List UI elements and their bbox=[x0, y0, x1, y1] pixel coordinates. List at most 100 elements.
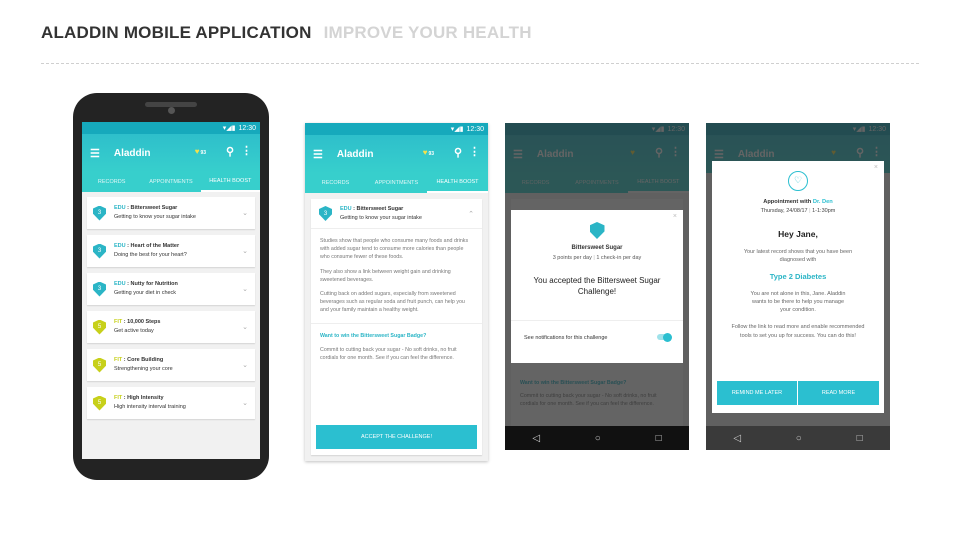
challenge-card[interactable]: 5 FIT : Core Building Strengthening your … bbox=[87, 349, 255, 381]
back-icon[interactable]: ◁ bbox=[532, 433, 540, 444]
card-title: Nutty for Nutrition bbox=[130, 281, 178, 288]
edu-shield-icon: 3 bbox=[93, 281, 106, 297]
fit-shield-icon: 5 bbox=[93, 357, 106, 373]
search-icon[interactable]: ⚲ bbox=[226, 145, 234, 158]
tab-bar: RECORDS APPOINTMENTS HEALTH BOOST bbox=[305, 173, 488, 193]
page-title: ALADDIN MOBILE APPLICATION bbox=[41, 23, 312, 42]
fit-shield-icon: 5 bbox=[93, 319, 106, 335]
card-title: 10,000 Steps bbox=[127, 319, 161, 326]
back-icon[interactable]: ◁ bbox=[733, 433, 741, 444]
card-text: FIT : High Intensity High intensity inter… bbox=[114, 395, 186, 410]
record-text: Your latest record shows that you have b… bbox=[743, 249, 853, 264]
tab-bar: RECORDS APPOINTMENTS HEALTH BOOST bbox=[82, 172, 260, 192]
card-category: FIT bbox=[114, 395, 123, 402]
recents-icon[interactable]: □ bbox=[857, 433, 863, 444]
tab-health-boost[interactable]: HEALTH BOOST bbox=[200, 172, 260, 192]
read-more-button[interactable]: READ MORE bbox=[798, 381, 879, 405]
appointment-with: Appointment with Dr. Den bbox=[712, 199, 884, 205]
accepted-dialog: × Bittersweet Sugar 3 points per day | 1… bbox=[511, 210, 683, 363]
detail-container: 3 EDU : Bittersweet Sugar Getting to know… bbox=[305, 193, 488, 461]
remind-later-button[interactable]: REMIND ME LATER bbox=[717, 381, 797, 405]
card-subtitle: Get active today bbox=[114, 328, 154, 334]
card-text: FIT : Core Building Strengthening your co… bbox=[114, 357, 173, 372]
challenge-card[interactable]: 5 FIT : High Intensity High intensity int… bbox=[87, 387, 255, 419]
app-title: Aladdin bbox=[113, 147, 151, 159]
more-icon[interactable]: ⋮ bbox=[469, 145, 480, 158]
chevron-down-icon[interactable]: ⌄ bbox=[242, 399, 248, 407]
detail-paragraph: Studies show that people who consume man… bbox=[320, 238, 469, 261]
checkin-per-day: 1 check-in per day bbox=[596, 255, 642, 261]
dialog-meta: 3 points per day | 1 check-in per day bbox=[552, 255, 642, 261]
edu-shield-icon: 3 bbox=[93, 243, 106, 259]
app-title: Aladdin bbox=[336, 148, 374, 160]
points-badge[interactable]: ♥93 bbox=[195, 147, 206, 156]
tab-health-boost[interactable]: HEALTH BOOST bbox=[427, 173, 488, 193]
card-text: EDU : Bittersweet Sugar Getting to know y… bbox=[114, 205, 196, 220]
search-icon[interactable]: ⚲ bbox=[454, 146, 462, 159]
points-badge[interactable]: ♥93 bbox=[423, 148, 434, 157]
card-category: EDU bbox=[114, 243, 126, 250]
detail-body: Studies show that people who consume man… bbox=[311, 229, 482, 323]
card-title: High Intensity bbox=[127, 395, 164, 402]
close-icon[interactable]: × bbox=[874, 164, 878, 171]
tab-appointments[interactable]: APPOINTMENTS bbox=[366, 173, 427, 193]
challenge-card[interactable]: 3 EDU : Heart of the Matter Doing the bes… bbox=[87, 235, 255, 267]
fit-shield-icon: 5 bbox=[93, 395, 106, 411]
phone-frame: ▾◢▮ 12:30 ☰ Aladdin ♥93 ⚲ ⋮ RECORDS APPOI… bbox=[73, 93, 269, 480]
detail-paragraph: They also show a link between weight gai… bbox=[320, 268, 451, 283]
accept-challenge-button[interactable]: ACCEPT THE CHALLENGE! bbox=[316, 425, 477, 449]
app-bar: ☰ Aladdin ♥93 ⚲ ⋮ bbox=[305, 135, 488, 173]
menu-icon[interactable]: ☰ bbox=[313, 148, 323, 161]
chevron-down-icon[interactable]: ⌄ bbox=[242, 285, 248, 293]
screen-health-boost-list: ▾◢▮ 12:30 ☰ Aladdin ♥93 ⚲ ⋮ RECORDS APPOI… bbox=[82, 122, 260, 459]
detail-header[interactable]: 3 EDU : Bittersweet Sugar Getting to know… bbox=[311, 199, 482, 229]
accepted-message: You accepted the Bittersweet Sugar Chall… bbox=[533, 276, 661, 297]
home-icon[interactable]: ○ bbox=[796, 433, 802, 444]
close-icon[interactable]: × bbox=[673, 213, 677, 220]
followup-text: Follow the link to read more and enable … bbox=[731, 324, 865, 339]
chevron-down-icon[interactable]: ⌄ bbox=[242, 361, 248, 369]
recents-icon[interactable]: □ bbox=[656, 433, 662, 444]
card-category: FIT bbox=[114, 319, 123, 326]
card-subtitle: Getting your diet in check bbox=[114, 290, 177, 296]
appointment-dialog: × ♡ Appointment with Dr. Den Thursday, 2… bbox=[712, 161, 884, 413]
card-title: Bittersweet Sugar bbox=[130, 205, 178, 212]
points-count: 93 bbox=[428, 151, 434, 157]
app-bar: ☰ Aladdin ♥93 ⚲ ⋮ bbox=[82, 134, 260, 172]
tab-records[interactable]: RECORDS bbox=[82, 172, 141, 192]
card-subtitle: Doing the best for your heart? bbox=[114, 252, 187, 258]
chevron-down-icon[interactable]: ⌄ bbox=[242, 323, 248, 331]
status-time: 12:30 bbox=[466, 125, 484, 133]
card-subtitle: Strengthening your core bbox=[114, 366, 173, 372]
card-subtitle: Getting to know your sugar intake bbox=[114, 214, 196, 220]
notification-toggle[interactable] bbox=[657, 332, 672, 342]
page-header: ALADDIN MOBILE APPLICATION IMPROVE YOUR H… bbox=[41, 23, 532, 43]
card-text: EDU : Nutty for Nutrition Getting your di… bbox=[114, 281, 178, 296]
status-icons: ▾◢▮ bbox=[222, 125, 236, 132]
detail-paragraph: Cutting back on added sugars, especially… bbox=[320, 291, 465, 314]
support-text: You are not alone in this, Jane. Aladdin… bbox=[750, 290, 846, 314]
more-icon[interactable]: ⋮ bbox=[241, 144, 252, 157]
home-icon[interactable]: ○ bbox=[595, 433, 601, 444]
screen-challenge-accepted: ▾◢▮12:30 ☰ Aladdin ♥ ⚲ ⋮ RECORDS APPOINT… bbox=[505, 123, 689, 450]
chevron-down-icon[interactable]: ⌄ bbox=[242, 209, 248, 217]
card-text: FIT : 10,000 Steps Get active today bbox=[114, 319, 161, 334]
nav-bar: ◁ ○ □ bbox=[505, 426, 689, 450]
diagnosis: Type 2 Diabetes bbox=[769, 271, 827, 281]
chevron-up-icon[interactable]: ⌃ bbox=[468, 210, 474, 218]
tab-records[interactable]: RECORDS bbox=[305, 173, 366, 193]
appointment-date: Thursday, 24/08/17 bbox=[760, 208, 808, 214]
detail-category: EDU bbox=[340, 205, 352, 212]
nav-bar: ◁ ○ □ bbox=[706, 426, 890, 450]
challenge-card[interactable]: 3 EDU : Bittersweet Sugar Getting to know… bbox=[87, 197, 255, 229]
badge-question[interactable]: Want to win the Bittersweet Sugar Badge? bbox=[320, 332, 473, 340]
chevron-down-icon[interactable]: ⌄ bbox=[242, 247, 248, 255]
challenge-card[interactable]: 5 FIT : 10,000 Steps Get active today ⌄ bbox=[87, 311, 255, 343]
stethoscope-icon: ♡ bbox=[788, 171, 808, 191]
edu-shield-icon: 3 bbox=[93, 205, 106, 221]
status-bar: ▾◢▮12:30 bbox=[82, 122, 260, 134]
tab-appointments[interactable]: APPOINTMENTS bbox=[141, 172, 200, 192]
menu-icon[interactable]: ☰ bbox=[90, 147, 100, 160]
challenge-card[interactable]: 3 EDU : Nutty for Nutrition Getting your … bbox=[87, 273, 255, 305]
badge-text: Commit to cutting back your sugar - No s… bbox=[320, 346, 457, 362]
